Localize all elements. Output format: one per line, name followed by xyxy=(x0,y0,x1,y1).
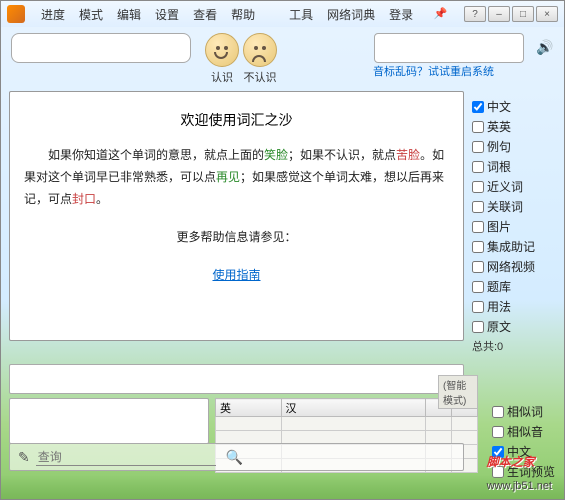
guide-link[interactable]: 使用指南 xyxy=(212,268,260,282)
sad-face-icon xyxy=(243,33,277,67)
phonetic-hint-link[interactable]: 音标乱码？试试重启系统 xyxy=(373,63,494,79)
menu-progress[interactable]: 进度 xyxy=(35,4,71,25)
chk-2[interactable] xyxy=(472,141,484,153)
smile-face-icon xyxy=(205,33,239,67)
chk-7[interactable] xyxy=(472,241,484,253)
dontknow-face-button[interactable]: 不认识 xyxy=(243,33,277,85)
main-content: 欢迎使用词汇之沙 如果你知道这个单词的意思，就点上面的笑脸；如果不认识，就点苦脸… xyxy=(9,91,464,341)
maximize-button[interactable]: □ xyxy=(512,6,534,22)
welcome-title: 欢迎使用词汇之沙 xyxy=(24,110,449,130)
chk-label-8: 网络视频 xyxy=(487,258,535,275)
help-button[interactable]: ? xyxy=(464,6,486,22)
smart-mode-label: (智能模式) xyxy=(438,375,478,409)
chk-11[interactable] xyxy=(472,321,484,333)
chk2-label-1: 相似音 xyxy=(507,423,543,440)
know-face-button[interactable]: 认识 xyxy=(205,33,239,85)
menu-edit[interactable]: 编辑 xyxy=(111,4,147,25)
chk-10[interactable] xyxy=(472,301,484,313)
bottom-bar: ✎ 🔍 xyxy=(9,443,464,471)
chk-3[interactable] xyxy=(472,161,484,173)
note-box[interactable] xyxy=(9,398,209,444)
chk-label-1: 英英 xyxy=(487,118,511,135)
col-en[interactable]: 英 xyxy=(216,399,282,417)
more-help-text: 更多帮助信息请参见： xyxy=(24,226,449,248)
chk-5[interactable] xyxy=(472,201,484,213)
secondary-input[interactable] xyxy=(374,33,524,63)
chk-label-10: 用法 xyxy=(487,298,511,315)
chk2-1[interactable] xyxy=(492,426,504,438)
table-row[interactable] xyxy=(216,417,478,431)
main-menu: 进度 模式 编辑 设置 查看 帮助 工具 网络词典 登录 xyxy=(35,4,419,25)
pencil-icon: ✎ xyxy=(18,449,30,466)
dontknow-label: 不认识 xyxy=(244,69,277,85)
chk-9[interactable] xyxy=(472,281,484,293)
chk-label-6: 图片 xyxy=(487,218,511,235)
col-cn[interactable]: 汉 xyxy=(281,399,425,417)
word-input[interactable] xyxy=(11,33,191,63)
sidebar-options: 中文英英例句词根近义词关联词图片集成助记网络视频题库用法原文总共:0 xyxy=(464,91,536,358)
chk-label-2: 例句 xyxy=(487,138,511,155)
chk-label-9: 题库 xyxy=(487,278,511,295)
query-input[interactable] xyxy=(36,448,216,466)
mid-panel xyxy=(9,364,464,394)
chk-label-5: 关联词 xyxy=(487,198,523,215)
chk-label-3: 词根 xyxy=(487,158,511,175)
watermark: 脚本之家www.jb51.net xyxy=(487,449,552,495)
total-count: 总共:0 xyxy=(472,338,536,354)
chk-4[interactable] xyxy=(472,181,484,193)
chk-label-4: 近义词 xyxy=(487,178,523,195)
menu-view[interactable]: 查看 xyxy=(187,4,223,25)
chk-6[interactable] xyxy=(472,221,484,233)
menu-login[interactable]: 登录 xyxy=(383,4,419,25)
chk-label-0: 中文 xyxy=(487,98,511,115)
menu-mode[interactable]: 模式 xyxy=(73,4,109,25)
chk-1[interactable] xyxy=(472,121,484,133)
search-icon[interactable]: 🔍 xyxy=(226,449,243,466)
minimize-button[interactable]: – xyxy=(488,6,510,22)
chk-label-11: 原文 xyxy=(487,318,511,335)
chk2-label-0: 相似词 xyxy=(507,403,543,420)
menu-netdict[interactable]: 网络词典 xyxy=(321,4,381,25)
menu-settings[interactable]: 设置 xyxy=(149,4,185,25)
chk-0[interactable] xyxy=(472,101,484,113)
speaker-icon[interactable]: 🔊 xyxy=(536,39,552,55)
pin-icon[interactable]: 📌 xyxy=(434,7,448,21)
menu-help[interactable]: 帮助 xyxy=(225,4,261,25)
menu-tools[interactable]: 工具 xyxy=(283,4,319,25)
app-logo-icon xyxy=(7,5,25,23)
chk-label-7: 集成助记 xyxy=(487,238,535,255)
welcome-text: 如果你知道这个单词的意思，就点上面的笑脸；如果不认识，就点苦脸。如果对这个单词早… xyxy=(24,144,449,210)
know-label: 认识 xyxy=(211,69,233,85)
close-button[interactable]: × xyxy=(536,6,558,22)
titlebar: 进度 模式 编辑 设置 查看 帮助 工具 网络词典 登录 📌 ? – □ × xyxy=(1,1,564,27)
chk-8[interactable] xyxy=(472,261,484,273)
chk2-0[interactable] xyxy=(492,406,504,418)
